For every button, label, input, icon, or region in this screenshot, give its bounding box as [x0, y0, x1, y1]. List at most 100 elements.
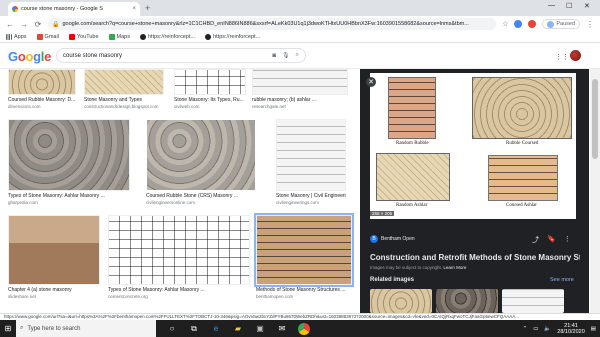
image-results-grid: Coursed Rubble Masonry: D... dimensions.…	[0, 69, 357, 313]
profile-button[interactable]: Paused	[542, 19, 580, 29]
bookmark-youtube[interactable]: YouTube	[68, 34, 99, 40]
volume-icon[interactable]: 🔈	[544, 326, 551, 332]
google-logo[interactable]: Google	[8, 49, 51, 64]
tray-expand-icon[interactable]: ⌃	[523, 326, 528, 332]
preview-title[interactable]: Construction and Retrofit Methods of Sto…	[370, 253, 580, 262]
related-thumbnail[interactable]	[502, 289, 564, 313]
see-more-link[interactable]: See more	[550, 277, 574, 283]
result-thumbnail[interactable]	[174, 69, 246, 95]
new-tab-button[interactable]: +	[145, 3, 150, 13]
image-result[interactable]: Chapter 4 (a) stone masonry slideshare.n…	[8, 215, 100, 299]
result-caption: Stone Masonry | Civil Engineering	[276, 193, 346, 199]
image-result[interactable]: Stone Masonry and Types constructionandr…	[84, 69, 164, 109]
image-result[interactable]: rubble masonry; (b) ashlar ... researchg…	[252, 69, 348, 109]
extension-icon[interactable]	[514, 20, 523, 28]
chrome-icon[interactable]	[298, 322, 310, 335]
related-thumbnail[interactable]	[436, 289, 498, 313]
result-source: civilengineerings.com	[276, 200, 320, 205]
result-caption: Stone Masonry and Types	[84, 97, 142, 103]
clock[interactable]: 21:41 28/10/2020	[557, 323, 585, 335]
profile-avatar	[547, 20, 555, 28]
taskbar-search-placeholder: Type here to search	[27, 325, 81, 332]
bookmark-star-icon[interactable]: ☆	[502, 20, 508, 28]
image-result[interactable]: Coursed Rubble Stone (CRS) Masonry ... c…	[146, 119, 256, 205]
tab-close-button[interactable]: ×	[132, 6, 136, 12]
profile-status: Paused	[556, 21, 575, 27]
bookmark-gmail[interactable]: Gmail	[36, 34, 59, 40]
learn-more-link[interactable]: Learn More	[443, 265, 466, 270]
result-thumbnail[interactable]	[108, 215, 250, 285]
image-result-selected[interactable]: Methods of Stone Masonry Structures ... …	[254, 213, 354, 299]
rubble-coursed-image	[472, 77, 572, 139]
network-icon[interactable]: ▭	[533, 326, 538, 332]
result-source: dimensions.com	[8, 104, 41, 109]
maximize-button[interactable]: ☐	[566, 2, 572, 10]
window-close-button[interactable]: ✕	[584, 2, 590, 10]
share-icon[interactable]: ⤴	[532, 235, 539, 245]
result-source: cementconcrete.org	[108, 294, 148, 299]
address-bar[interactable]: 🔒 google.com/search?q=course+stone+mason…	[48, 18, 497, 30]
image-result[interactable]: Types of Stone Masonry: Ashlar Masonry .…	[8, 119, 130, 205]
related-thumbnail[interactable]	[370, 289, 432, 313]
search-input[interactable]	[63, 52, 267, 59]
result-caption: Stone Masonry: Its Types, Ru...	[174, 97, 244, 103]
avatar[interactable]	[570, 50, 581, 61]
result-thumbnail[interactable]	[276, 119, 346, 191]
more-options-icon[interactable]: ⋮	[564, 235, 571, 245]
image-result[interactable]: Stone Masonry | Civil Engineering civile…	[276, 119, 346, 205]
camera-icon[interactable]: ◙	[272, 53, 276, 59]
close-icon[interactable]: ✕	[366, 77, 376, 87]
source-link[interactable]: B Bentham Open	[370, 235, 415, 243]
browser-tab[interactable]: course stone masonry - Google S ×	[8, 2, 140, 16]
tab-title: course stone masonry - Google S	[21, 6, 103, 12]
bookmark-apps[interactable]: Apps	[6, 34, 27, 40]
result-thumbnail[interactable]	[254, 213, 354, 287]
taskbar-search[interactable]: ⌕ Type here to search	[16, 320, 156, 337]
bookmarks-bar: Apps Gmail YouTube Maps https://reinforc…	[0, 32, 600, 43]
menu-kebab-icon[interactable]: ⋮	[586, 20, 594, 29]
extension-icon[interactable]	[528, 20, 537, 28]
bookmark-label: https://reinforcept...	[213, 34, 261, 40]
store-icon[interactable]: ▣	[254, 323, 266, 335]
image-result[interactable]: Types of Stone Masonry: Ashlar Masonry .…	[108, 215, 250, 299]
result-thumbnail[interactable]	[8, 119, 130, 191]
bookmark-reinforcept-1[interactable]: https://reinforcept...	[140, 34, 195, 40]
file-explorer-icon[interactable]: ▰	[232, 323, 244, 335]
windows-start-icon[interactable]: ⊞	[0, 324, 16, 333]
back-icon[interactable]: ←	[6, 20, 14, 29]
result-thumbnail[interactable]	[252, 69, 348, 95]
clock-date: 28/10/2020	[557, 328, 585, 335]
minimize-button[interactable]: —	[548, 2, 555, 9]
search-icon: ⌕	[20, 325, 24, 331]
result-source: gharpedia.com	[8, 200, 38, 205]
image-label: Coursed Ashlar	[506, 203, 537, 208]
reload-icon[interactable]: ⟳	[34, 20, 42, 29]
preview-actions: ⤴ 🔖 ⋮	[532, 235, 571, 245]
image-result[interactable]: Stone Masonry: Its Types, Ru... civilweb…	[174, 69, 246, 109]
search-icon[interactable]: ⌕	[296, 52, 299, 59]
result-thumbnail[interactable]	[8, 215, 100, 285]
google-apps-icon[interactable]: ⋮⋮	[555, 53, 569, 61]
cortana-icon[interactable]: ○	[166, 323, 178, 335]
bookmark-icon[interactable]: 🔖	[547, 235, 556, 245]
notifications-icon[interactable]: ▤	[591, 326, 596, 332]
bookmark-reinforcept-2[interactable]: https://reinforcept...	[205, 34, 260, 40]
task-view-icon[interactable]: ⧉	[188, 323, 200, 335]
preview-image[interactable]: Random Rubble Rubble Coursed Random Ashl…	[370, 73, 576, 219]
result-caption: Coursed Rubble Stone (CRS) Masonry ...	[146, 193, 238, 199]
maps-icon	[108, 34, 115, 40]
scrollbar-thumb[interactable]	[592, 79, 598, 159]
image-result[interactable]: Coursed Rubble Masonry: D... dimensions.…	[8, 69, 76, 109]
page-scrollbar[interactable]	[590, 69, 600, 313]
bookmark-label: Gmail	[44, 34, 59, 40]
coursed-ashlar-image	[488, 155, 558, 201]
result-thumbnail[interactable]	[8, 69, 76, 95]
gmail-icon	[36, 34, 43, 40]
result-thumbnail[interactable]	[146, 119, 256, 191]
edge-icon[interactable]: e	[210, 323, 222, 335]
forward-icon[interactable]: →	[20, 20, 28, 29]
microphone-icon[interactable]: 🎙	[282, 52, 290, 59]
mail-icon[interactable]: ✉	[276, 323, 288, 335]
result-thumbnail[interactable]	[84, 69, 164, 95]
bookmark-maps[interactable]: Maps	[108, 34, 130, 40]
